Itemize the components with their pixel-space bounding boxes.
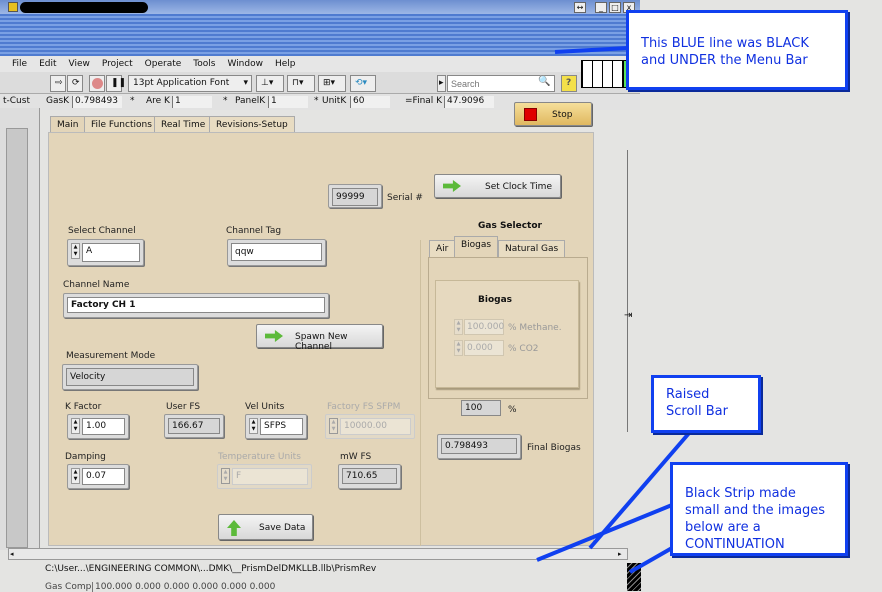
arrow-blue-line xyxy=(554,46,629,54)
callout-black-strip: Black Strip made small and the images be… xyxy=(670,462,848,556)
arrow-strip-2 xyxy=(629,546,673,574)
arrow-strip xyxy=(536,503,673,562)
callout-scroll-bar: Raised Scroll Bar xyxy=(651,375,761,433)
callout-blue-line: This BLUE line was BLACK and UNDER the M… xyxy=(626,10,848,90)
